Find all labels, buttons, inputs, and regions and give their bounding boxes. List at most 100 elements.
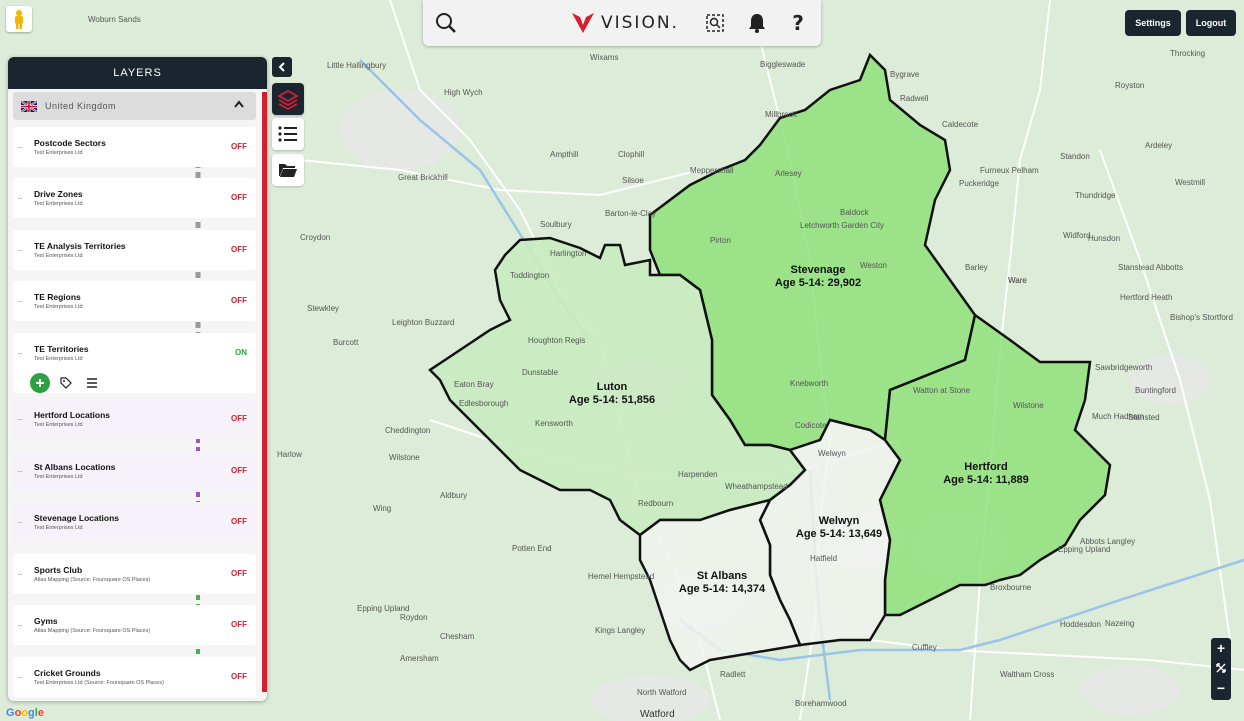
layer-row[interactable]: ··· Stevenage Locations Test Enterprises…: [13, 502, 256, 542]
layer-row[interactable]: ··· TE Regions Test Enterprises Ltd OFF: [13, 281, 256, 321]
country-selector[interactable]: United Kingdom: [13, 92, 256, 120]
region-name-stevenage: Stevenage: [790, 264, 845, 276]
chevron-up-icon[interactable]: [234, 100, 244, 108]
place-label: Redbourn: [638, 499, 673, 508]
layer-owner: Test Enterprises Ltd: [34, 356, 83, 362]
drag-handle-icon[interactable]: ···: [17, 518, 23, 527]
place-label: Millbrook: [765, 110, 798, 119]
layers-tool-button[interactable]: [272, 83, 304, 115]
layer-row[interactable]: ··· Cricket Grounds Test Enterprises Ltd…: [13, 657, 256, 697]
place-label: Borehamwood: [795, 699, 847, 708]
drag-handle-icon[interactable]: ···: [17, 570, 23, 579]
region-name-st-albans: St Albans: [697, 570, 747, 582]
region-name-hertford: Hertford: [964, 461, 1007, 473]
search-icon[interactable]: [433, 10, 459, 36]
place-label: Epping Upland: [357, 604, 409, 613]
layer-owner: Atlas Mapping (Source: Foursquare OS Pla…: [34, 577, 151, 583]
place-label: Cuffley: [912, 643, 937, 652]
place-label: Stanstead Abbotts: [1118, 263, 1183, 272]
layer-toggle[interactable]: OFF: [231, 193, 247, 202]
place-label: Welwyn: [818, 449, 846, 458]
place-label: Arlesey: [775, 169, 802, 178]
drag-handle-icon[interactable]: ···: [17, 673, 23, 682]
drag-handle-icon[interactable]: ···: [17, 621, 23, 630]
layer-toggle[interactable]: OFF: [231, 245, 247, 254]
google-logo: Google: [6, 707, 44, 719]
place-label: Hemel Hempstead: [588, 572, 654, 581]
layer-title: Drive Zones: [34, 189, 83, 199]
layer-row[interactable]: ··· Gyms Atlas Mapping (Source: Foursqua…: [13, 605, 256, 645]
place-label: Harlow: [277, 450, 302, 459]
place-label: Harlington: [550, 249, 586, 258]
place-label: Buntingford: [1135, 386, 1176, 395]
list-icon[interactable]: [82, 373, 102, 393]
layer-toggle[interactable]: OFF: [231, 672, 247, 681]
folder-tool-button[interactable]: [272, 154, 304, 186]
collapse-panel-button[interactable]: [272, 57, 292, 77]
region-value-stevenage: Age 5-14: 29,902: [775, 277, 861, 289]
drag-handle-icon[interactable]: ···: [17, 467, 23, 476]
logout-button[interactable]: Logout: [1186, 10, 1236, 36]
legend-tool-button[interactable]: [272, 118, 304, 150]
zoom-controls: + −: [1211, 638, 1231, 700]
street-view-pegman[interactable]: [6, 6, 32, 32]
layer-toggle[interactable]: OFF: [231, 620, 247, 629]
add-icon[interactable]: [30, 373, 50, 393]
place-label: Radwell: [900, 94, 929, 103]
settings-button[interactable]: Settings: [1125, 10, 1181, 36]
scrollbar-indicator[interactable]: [262, 92, 267, 692]
place-label: Barley: [965, 263, 988, 272]
layer-row[interactable]: ··· Postcode Sectors Test Enterprises Lt…: [13, 127, 256, 167]
place-label: Eaton Bray: [454, 380, 494, 389]
notifications-bell-icon[interactable]: [744, 10, 770, 36]
region-name-welwyn: Welwyn: [819, 515, 860, 527]
drag-handle-icon[interactable]: ···: [17, 415, 23, 424]
place-label: Ampthill: [550, 150, 579, 159]
zoom-in-button[interactable]: +: [1211, 638, 1231, 658]
layer-toggle[interactable]: OFF: [231, 569, 247, 578]
place-label: Leighton Buzzard: [392, 318, 454, 327]
place-label: Woburn Sands: [88, 15, 141, 24]
zoom-out-button[interactable]: −: [1211, 678, 1231, 698]
place-label: High Wych: [444, 88, 483, 97]
layer-title: Cricket Grounds: [34, 668, 101, 678]
list-bullets-icon: [278, 126, 297, 142]
help-icon[interactable]: ?: [785, 10, 811, 36]
place-label: Thundridge: [1075, 191, 1116, 200]
fullscreen-button[interactable]: [1211, 658, 1231, 678]
area-select-icon[interactable]: [702, 10, 728, 36]
drag-handle-icon[interactable]: ···: [17, 194, 23, 203]
region-name-luton: Luton: [597, 381, 628, 393]
tag-icon[interactable]: [56, 373, 76, 393]
place-label: Hoddesdon: [1060, 620, 1101, 629]
layer-toggle[interactable]: OFF: [231, 414, 247, 423]
layer-row[interactable]: ··· Sports Club Atlas Mapping (Source: F…: [13, 554, 256, 594]
layer-toggle[interactable]: OFF: [231, 142, 247, 151]
layer-row[interactable]: ··· Drive Zones Test Enterprises Ltd OFF: [13, 178, 256, 218]
layer-row[interactable]: ··· Hertford Locations Test Enterprises …: [13, 399, 256, 439]
place-label: Hertford Heath: [1120, 293, 1172, 302]
place-label: Furneux Pelham: [980, 166, 1039, 175]
place-label: Kensworth: [535, 419, 573, 428]
layer-owner: Test Enterprises Ltd (Source: Foursquare…: [34, 680, 164, 686]
drag-handle-icon[interactable]: ···: [17, 143, 23, 152]
top-toolbar: VISION. ?: [423, 0, 821, 46]
place-label: Watford: [640, 709, 675, 720]
drag-handle-icon[interactable]: ···: [17, 246, 23, 255]
layer-toggle[interactable]: ON: [235, 348, 247, 357]
place-label: Much Hadham: [1092, 412, 1144, 421]
layer-toggle[interactable]: OFF: [231, 296, 247, 305]
layer-toggle[interactable]: OFF: [231, 466, 247, 475]
drag-handle-icon[interactable]: ···: [17, 297, 23, 306]
place-label: Bygrave: [890, 70, 920, 79]
layer-toggle[interactable]: OFF: [231, 517, 247, 526]
place-label: Broxbourne: [990, 583, 1032, 592]
place-label: Kings Langley: [595, 626, 645, 635]
layer-row[interactable]: ··· St Albans Locations Test Enterprises…: [13, 451, 256, 491]
drag-handle-icon[interactable]: ···: [17, 349, 23, 358]
folder-open-icon: [279, 164, 297, 177]
uk-flag-icon: [21, 100, 37, 112]
place-label: Wilstone: [1013, 401, 1044, 410]
logo-text: VISION.: [601, 13, 679, 33]
layer-row[interactable]: ··· TE Analysis Territories Test Enterpr…: [13, 230, 256, 270]
